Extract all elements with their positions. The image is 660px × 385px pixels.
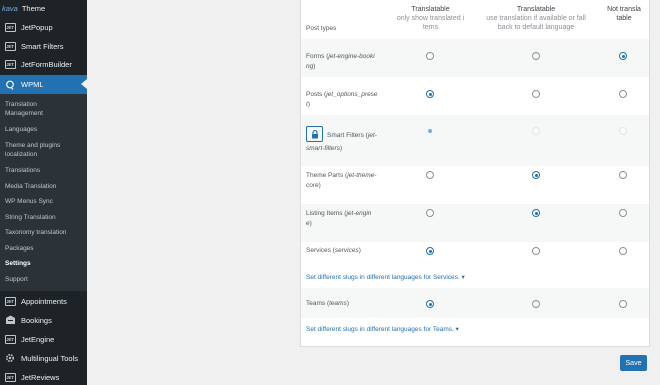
sidebar-item-label: JetPopup xyxy=(21,22,53,32)
radio-listing-items-not-translatable[interactable] xyxy=(619,209,627,217)
submenu-settings[interactable]: Settings xyxy=(5,259,31,268)
post-types-header: Post types xyxy=(306,25,337,32)
col-header-translatable-only: Translatable only show translated i tems xyxy=(396,6,465,31)
sidebar-item-label: JetEngine xyxy=(21,334,55,344)
kava-logo: kava xyxy=(2,3,18,13)
jet-icon: JET xyxy=(4,22,16,32)
radio-posts-not-translatable[interactable] xyxy=(619,90,627,98)
sidebar-item-label: Multilingual Tools xyxy=(21,353,78,363)
radio-posts-translatable-fallback[interactable] xyxy=(532,90,540,98)
save-button[interactable]: Save xyxy=(620,355,647,371)
lock-icon xyxy=(311,129,318,138)
radio-teams-translatable-only[interactable] xyxy=(426,300,434,308)
radio-services-translatable-only[interactable] xyxy=(426,247,434,255)
radio-forms-translatable-fallback[interactable] xyxy=(532,52,540,60)
sidebar-item-label: WPML xyxy=(21,80,44,89)
services-slug-link[interactable]: Set different slugs in different languag… xyxy=(306,273,465,281)
submenu-translations[interactable]: Translations xyxy=(5,166,40,175)
submenu-packages[interactable]: Packages xyxy=(5,244,34,253)
submenu-languages[interactable]: Languages xyxy=(5,125,37,134)
jet-icon: JET xyxy=(4,372,16,382)
radio-services-not-translatable[interactable] xyxy=(619,247,627,255)
radio-theme-parts-translatable-only[interactable] xyxy=(426,171,434,179)
submenu-theme-plugins-localization[interactable]: Theme and plugins localization xyxy=(5,141,60,159)
submenu-string-translation[interactable]: String Translation xyxy=(5,213,56,222)
radio-theme-parts-translatable-fallback[interactable] xyxy=(532,171,540,179)
wpml-icon xyxy=(4,80,16,90)
row-label-posts: Posts (jet_options_prese t) xyxy=(306,91,378,108)
jet-icon: JET xyxy=(4,296,16,306)
row-label-services: Services (services) xyxy=(306,247,361,254)
radio-smart-filters-not-translatable xyxy=(619,127,627,135)
jet-icon: JET xyxy=(4,59,16,69)
radio-listing-items-translatable-fallback[interactable] xyxy=(532,209,540,217)
sidebar-item-appointments[interactable]: JET Appointments xyxy=(0,295,87,307)
sidebar-item-label: Smart Filters xyxy=(21,41,64,51)
bookings-icon xyxy=(4,315,16,325)
wpml-submenu: Translation Management Languages Theme an… xyxy=(0,94,87,291)
radio-listing-items-translatable-only[interactable] xyxy=(426,209,434,217)
sidebar-item-label: Appointments xyxy=(21,296,67,306)
sidebar-item-label: JetReviews xyxy=(21,372,60,382)
jet-icon: JET xyxy=(4,41,16,51)
sidebar-item-theme[interactable]: kava Theme xyxy=(0,2,87,14)
submenu-wp-menus-sync[interactable]: WP Menus Sync xyxy=(5,197,53,206)
jet-icon: JET xyxy=(4,334,16,344)
submenu-translation-management[interactable]: Translation Management xyxy=(5,100,43,118)
post-types-sync-card: Post types Translatable only show transl… xyxy=(300,0,650,347)
sidebar-item-bookings[interactable]: Bookings xyxy=(0,314,87,326)
sidebar-item-jetpopup[interactable]: JET JetPopup xyxy=(0,21,87,33)
sidebar-item-multilingual-tools[interactable]: Multilingual Tools xyxy=(0,352,87,364)
teams-slug-link[interactable]: Set different slugs in different languag… xyxy=(306,325,459,333)
radio-services-translatable-fallback[interactable] xyxy=(532,247,540,255)
gear-icon xyxy=(4,353,16,363)
sidebar-item-smart-filters[interactable]: JET Smart Filters xyxy=(0,40,87,52)
sidebar-item-jetreviews[interactable]: JET JetReviews xyxy=(0,371,87,383)
sidebar-item-wpml[interactable]: WPML xyxy=(0,75,87,94)
sidebar-item-label: JetFormBuilder xyxy=(21,59,72,69)
col-header-translatable-fallback: Translatable use translation if availabl… xyxy=(486,6,586,31)
submenu-media-translation[interactable]: Media Translation xyxy=(5,182,56,191)
radio-theme-parts-not-translatable[interactable] xyxy=(619,171,627,179)
radio-teams-translatable-fallback[interactable] xyxy=(532,300,540,308)
row-label-forms: Forms (jet-engine-booki ng) xyxy=(306,53,375,70)
row-label-theme-parts: Theme Parts (jet-theme-core) xyxy=(306,172,377,189)
sidebar-item-label: Bookings xyxy=(21,315,52,325)
admin-sidebar: kava Theme JET JetPopup JET Smart Filter… xyxy=(0,0,87,385)
sidebar-item-jetformbuilder[interactable]: JET JetFormBuilder xyxy=(0,58,87,70)
radio-smart-filters-translatable-only xyxy=(426,127,434,135)
radio-forms-not-translatable[interactable] xyxy=(619,52,627,60)
col-header-not-translatable: Not transla table xyxy=(607,6,641,22)
row-label-smart-filters: Smart Filters (jet- xyxy=(327,132,377,139)
submenu-support[interactable]: Support xyxy=(5,275,28,284)
radio-posts-translatable-only[interactable] xyxy=(426,90,434,98)
sidebar-item-jetengine[interactable]: JET JetEngine xyxy=(0,333,87,345)
row-label-teams: Teams (teams) xyxy=(306,300,349,307)
radio-smart-filters-translatable-fallback xyxy=(532,127,540,135)
lock-toggle-button[interactable] xyxy=(306,126,323,142)
row-label-smart-filters-slug: smart-filters) xyxy=(306,145,343,152)
submenu-taxonomy-translation[interactable]: Taxonomy translation xyxy=(5,228,66,237)
radio-teams-not-translatable[interactable] xyxy=(619,300,627,308)
row-label-listing-items: Listing Items (jet-engin e) xyxy=(306,210,372,227)
sidebar-item-label: Theme xyxy=(21,3,46,13)
radio-forms-translatable-only[interactable] xyxy=(426,52,434,60)
